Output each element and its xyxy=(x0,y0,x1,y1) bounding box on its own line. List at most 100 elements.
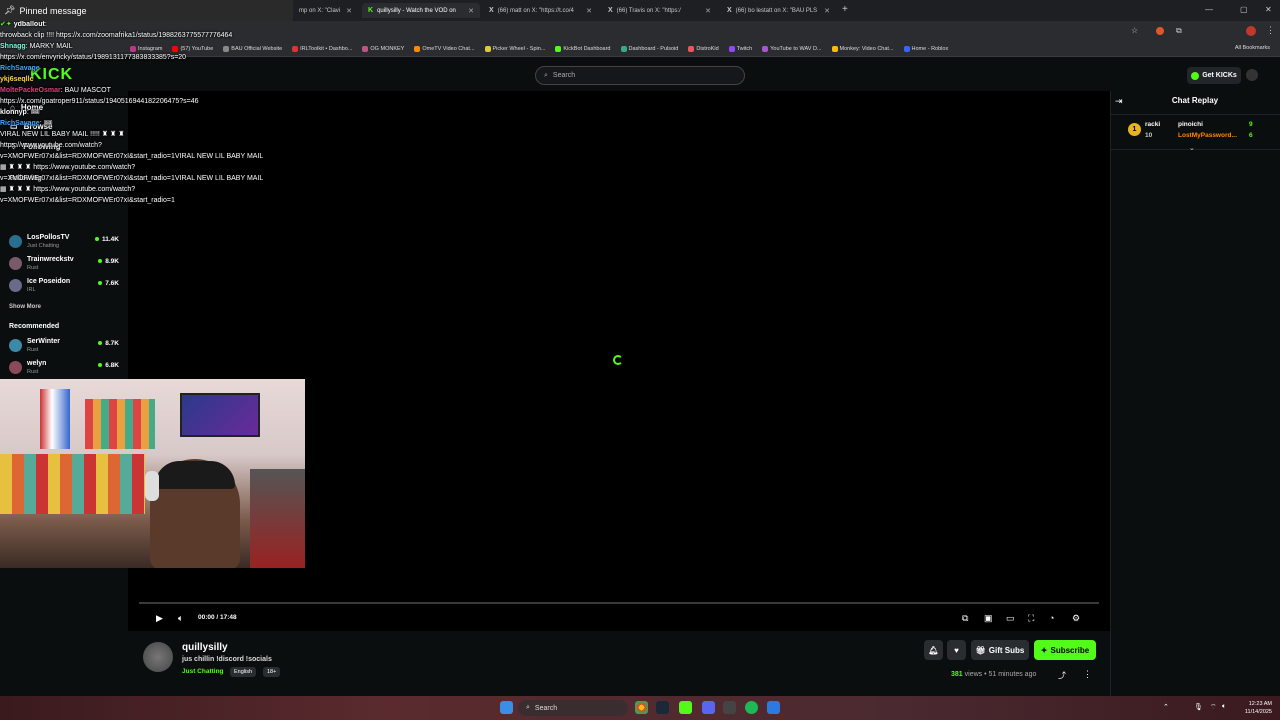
extension-icon[interactable] xyxy=(1156,27,1164,35)
search-input[interactable]: ⌕ Search xyxy=(535,66,745,85)
spotify-icon[interactable] xyxy=(745,701,758,714)
browser-tab[interactable]: mp on X: "Clavi ✕ xyxy=(293,3,358,18)
channel-item[interactable]: Ice Poseidon IRL 7.6K xyxy=(9,277,124,297)
subscribe-button[interactable]: ✦ Subscribe xyxy=(1034,640,1096,660)
overlay-text: https://x.com/goatroper911/status/194051… xyxy=(0,98,199,105)
chevron-down-icon[interactable]: ⌄ xyxy=(1189,144,1195,152)
bookmark-item[interactable]: Dashboard - Pulsoid xyxy=(620,46,679,52)
discord-icon[interactable] xyxy=(702,701,715,714)
close-icon[interactable]: ✕ xyxy=(824,7,830,15)
mini-player-icon[interactable]: ⧉ xyxy=(962,613,968,624)
bookmark-item[interactable]: Picker Wheel - Spin... xyxy=(484,46,546,52)
browser-tab[interactable]: X (66) Travis on X: "https:/ ✕ xyxy=(602,3,717,18)
bookmark-item[interactable]: OmeTV Video Chat... xyxy=(414,46,475,52)
heart-icon: ♥ xyxy=(954,645,959,655)
app-icon[interactable] xyxy=(767,701,780,714)
wifi-icon[interactable]: ⌔ xyxy=(1210,703,1217,712)
leader-user[interactable]: racki xyxy=(1145,121,1160,128)
menu-dots-icon[interactable]: ⋮ xyxy=(1266,25,1275,36)
channel-item[interactable]: SerWinter Rust 8.7K xyxy=(9,337,124,357)
overlay-text: https://x.com/envyricky/status/198913117… xyxy=(0,54,187,61)
profile-avatar[interactable] xyxy=(1246,26,1256,36)
plush-toys xyxy=(0,454,145,514)
new-tab-icon[interactable]: + xyxy=(842,4,848,15)
browser-tab[interactable]: X (66) bo lestatt on X: "BAU PLS ✕ xyxy=(721,3,836,18)
settings-gear-icon[interactable]: ⚙ xyxy=(1072,613,1080,624)
progress-bar[interactable] xyxy=(139,602,1099,604)
overlay-text: BAU MASCOT xyxy=(64,87,111,94)
bookmark-item[interactable]: DistroKid xyxy=(688,46,719,52)
taskbar-search[interactable]: ⌕ Search xyxy=(518,700,628,716)
share-icon[interactable]: ⤴ xyxy=(1058,670,1066,681)
channel-avatar[interactable] xyxy=(143,642,173,672)
bookmark-label: Dashboard - Pulsoid xyxy=(628,46,679,52)
star-icon[interactable]: ☆ xyxy=(1131,26,1138,35)
browser-tab[interactable]: X (66) matt on X: "https://t.co/4 ✕ xyxy=(483,3,598,18)
start-icon[interactable] xyxy=(500,701,513,714)
more-options-icon[interactable]: ⋮ xyxy=(1083,669,1092,680)
tag-language[interactable]: English xyxy=(230,667,257,677)
overlay-text: MARKY MAIL xyxy=(29,43,73,50)
bookmark-item[interactable]: Home - Roblox xyxy=(903,46,948,52)
notifications-button[interactable]: 🔔︎ xyxy=(924,640,943,660)
theater-mode-icon[interactable]: ▭ xyxy=(1006,613,1015,624)
close-icon[interactable]: ✕ xyxy=(586,7,592,15)
bookmark-item[interactable]: YouTube to WAV D... xyxy=(762,46,822,52)
bookmark-item[interactable]: Twitch xyxy=(728,46,752,52)
chat-overlay: ✔✦ ydballout: throwback clip !!!! https:… xyxy=(0,19,300,229)
channel-name-heading[interactable]: quillysilly xyxy=(182,642,228,653)
steam-icon[interactable] xyxy=(656,701,669,714)
bookmark-item[interactable]: KickBot Dashboard xyxy=(555,46,611,52)
volume-tray-icon[interactable]: 🔈︎ xyxy=(1222,703,1226,711)
leader-user[interactable]: LostMyPassword... xyxy=(1178,132,1237,139)
puzzle-icon[interactable]: ⧉ xyxy=(1176,26,1182,36)
close-icon[interactable]: ✕ xyxy=(468,7,474,15)
clip-icon[interactable]: ▣ xyxy=(984,613,993,624)
taskbar-clock[interactable]: 12:23 AM 11/14/2025 xyxy=(1236,700,1272,716)
follow-button[interactable]: ♥ xyxy=(947,640,966,660)
overlay-user: klonnyp xyxy=(0,109,27,116)
play-icon[interactable]: ▶ xyxy=(156,613,163,624)
fullscreen-icon[interactable]: ⛶ xyxy=(1028,613,1034,624)
kicks-coin-icon xyxy=(1191,71,1200,80)
wall-monitor xyxy=(180,393,260,437)
leader-user[interactable]: pinoichi xyxy=(1178,121,1203,128)
gift-subs-button[interactable]: 🎁︎ Gift Subs xyxy=(971,640,1029,660)
show-more-button[interactable]: Show More xyxy=(9,304,41,310)
search-icon: ⌕ xyxy=(526,704,530,711)
taskbar-search-label: Search xyxy=(534,704,558,712)
bookmark-label: Picker Wheel - Spin... xyxy=(492,46,546,52)
stream-category-link[interactable]: Just Chatting xyxy=(182,668,224,675)
user-avatar[interactable] xyxy=(1246,69,1258,81)
close-icon[interactable]: ✕ xyxy=(705,7,711,15)
maximize-icon[interactable]: ▢ xyxy=(1240,5,1248,14)
bookmark-item[interactable]: IRLToolkit • Dashbo... xyxy=(292,46,352,52)
overlay-user: ydballout xyxy=(13,21,45,28)
close-window-icon[interactable]: ✕ xyxy=(1265,5,1272,14)
time-display: 00:00 / 17:48 xyxy=(198,614,237,621)
views-count: 381 xyxy=(951,671,963,678)
volume-icon[interactable]: 🔈︎ xyxy=(178,613,183,624)
bookmark-item[interactable]: OG MONKEY xyxy=(362,46,404,52)
channel-item[interactable]: welyn Rust 6.8K xyxy=(9,359,124,379)
minimize-icon[interactable]: — xyxy=(1205,5,1213,14)
channel-item[interactable]: LosPollosTV Just Chatting 11.4K xyxy=(9,233,124,253)
chrome-icon[interactable] xyxy=(635,701,648,714)
get-kicks-button[interactable]: Get KICKs xyxy=(1187,67,1241,84)
channel-category: Just Chatting xyxy=(27,243,60,249)
overlay-user: RichSavage xyxy=(0,120,40,127)
tag-mature[interactable]: 18+ xyxy=(263,667,281,677)
mic-icon[interactable]: 🎙︎ xyxy=(1194,703,1203,711)
app-icon[interactable] xyxy=(723,701,736,714)
speed-icon[interactable]: ◔ xyxy=(1049,613,1054,623)
all-bookmarks-button[interactable]: All Bookmarks xyxy=(1235,45,1270,51)
channel-item[interactable]: Trainwreckstv Rust 8.9K xyxy=(9,255,124,275)
kick-app-icon[interactable] xyxy=(679,701,692,714)
close-icon[interactable]: ✕ xyxy=(346,7,352,15)
overlay-line: VIRAL NEW LIL BABY MAIL !!!!! ♜ ♜ ♜ xyxy=(0,131,125,138)
browser-tab-active[interactable]: K quillysilly - Watch the VOD on ✕ xyxy=(362,3,480,18)
overlay-user: Shnagg xyxy=(0,43,26,50)
bookmark-item[interactable]: Monkey: Video Chat... xyxy=(831,46,894,52)
overlay-line: ykj6seqllc xyxy=(0,74,300,85)
tray-chevron-icon[interactable]: ⌃ xyxy=(1163,703,1169,711)
